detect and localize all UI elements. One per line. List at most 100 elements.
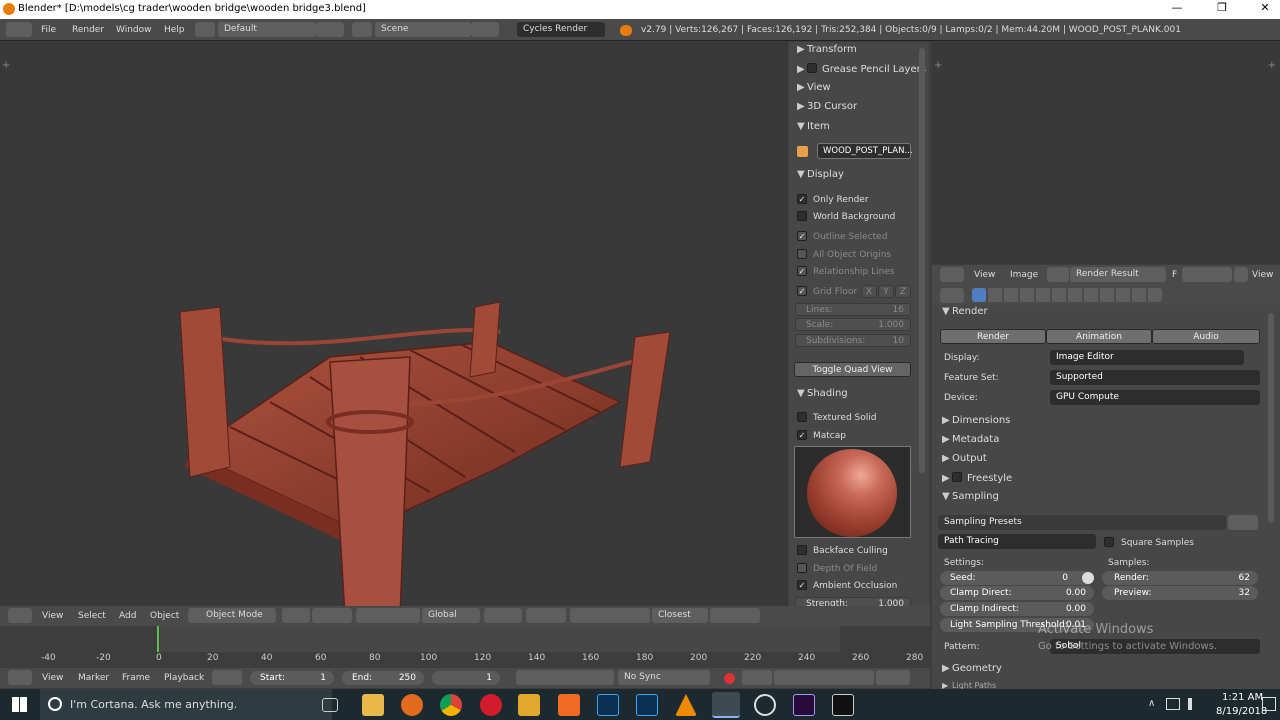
only-render-checkbox[interactable]: ✓ (797, 194, 807, 204)
photoshop-icon-2[interactable] (636, 694, 658, 716)
preset-add-remove-icon[interactable] (1228, 515, 1258, 530)
image-menu-view-2[interactable]: View (1252, 270, 1273, 280)
metadata-panel[interactable]: ▶ Metadata (942, 434, 999, 445)
playback-controls[interactable] (516, 670, 614, 685)
pivot-manipulator-icons[interactable] (312, 608, 352, 623)
app-icon-circle[interactable] (754, 694, 776, 716)
image-menu-view[interactable]: View (974, 270, 995, 280)
world-background-checkbox[interactable] (797, 211, 807, 221)
screen-layout-icon[interactable] (195, 22, 215, 37)
transform-orientation-select[interactable]: Global (422, 608, 480, 623)
image-menu-image[interactable]: Image (1010, 270, 1038, 280)
panel-transform[interactable]: ▶ Transform (797, 44, 857, 55)
auto-keying-icon[interactable] (724, 673, 735, 684)
grid-lines-field[interactable]: Lines: 16 (795, 303, 911, 316)
preview-samples-field[interactable]: Preview: 32 (1102, 586, 1258, 600)
output-panel[interactable]: ▶ Output (942, 453, 987, 464)
view-toggle-icon[interactable] (1234, 267, 1248, 282)
minimize-button[interactable]: — (1162, 1, 1192, 17)
layers-grid-b[interactable] (526, 608, 566, 623)
freestyle-checkbox[interactable] (952, 472, 962, 482)
render-panel[interactable]: ▼ Render (942, 306, 988, 317)
scene-field[interactable]: Scene (375, 22, 471, 37)
panel-view[interactable]: ▶ View (797, 82, 831, 93)
epic-games-icon[interactable] (832, 694, 854, 716)
keying-set-field[interactable] (774, 670, 874, 685)
fake-user-toggle[interactable]: F (1172, 270, 1177, 280)
editor-type-3d-icon[interactable] (8, 608, 32, 623)
task-view-icon[interactable] (322, 698, 338, 712)
depth-of-field-checkbox[interactable] (797, 563, 807, 573)
clamp-indirect-field[interactable]: Clamp Indirect: 0.00 (940, 602, 1094, 616)
menu-help[interactable]: Help (164, 25, 185, 35)
npanel-scrollbar[interactable] (919, 48, 925, 473)
panel-grease-pencil[interactable]: ▶ Grease Pencil Layers (797, 63, 926, 75)
panel-3d-cursor[interactable]: ▶ 3D Cursor (797, 101, 857, 112)
panel-shading[interactable]: ▼ Shading (797, 388, 848, 399)
grease-pencil-checkbox[interactable] (807, 63, 817, 73)
timeline-menu-frame[interactable]: Frame (122, 673, 150, 683)
sync-mode-select[interactable]: No Sync (618, 670, 710, 685)
seed-animate-icon[interactable] (1082, 572, 1094, 584)
end-frame-field[interactable]: End: 250 (342, 671, 424, 685)
feature-set-select[interactable]: Supported (1050, 370, 1260, 385)
menu-file[interactable]: File (41, 25, 56, 35)
add-remove-layout-icon[interactable] (316, 22, 344, 37)
viewport-menu-object[interactable]: Object (150, 611, 179, 621)
photoshop-icon-1[interactable] (597, 694, 619, 716)
clock-time[interactable]: 1:21 AM (1222, 692, 1263, 703)
notifications-icon[interactable] (1262, 697, 1276, 711)
render-result-field[interactable]: Render Result (1070, 267, 1166, 282)
axis-z-toggle[interactable]: Z (895, 285, 911, 298)
grid-subdivisions-field[interactable]: Subdivisions: 10 (795, 334, 911, 347)
editor-type-timeline-icon[interactable] (8, 670, 32, 685)
current-frame-indicator[interactable] (157, 626, 159, 652)
add-remove-scene-icon[interactable] (471, 22, 499, 37)
snap-proportional-icons[interactable] (570, 608, 650, 623)
seed-field[interactable]: Seed: 0 (940, 571, 1094, 585)
panel-item[interactable]: ▼ Item (797, 121, 830, 132)
maximize-button[interactable]: ❐ (1207, 1, 1237, 17)
blender-taskbar-icon[interactable] (712, 692, 740, 718)
insert-delete-keyframe-icons[interactable] (876, 670, 910, 685)
file-explorer-icon[interactable] (362, 694, 384, 716)
object-name-field[interactable]: WOOD_POST_PLAN... (817, 143, 913, 159)
sublime-icon[interactable] (518, 694, 540, 716)
close-button[interactable]: ✕ (1250, 1, 1280, 17)
grid-floor-checkbox[interactable]: ✓ (797, 286, 807, 296)
sampling-presets-select[interactable]: Sampling Presets (938, 515, 1226, 530)
all-object-origins-checkbox[interactable] (797, 249, 807, 259)
volume-icon[interactable] (1188, 698, 1200, 710)
matcap-preview[interactable] (794, 446, 911, 538)
backface-culling-checkbox[interactable] (797, 545, 807, 555)
toggle-quad-view-button[interactable]: Toggle Quad View (794, 362, 911, 377)
editor-type-properties-icon[interactable] (940, 288, 964, 303)
transform-manipulator-icons[interactable] (356, 608, 420, 623)
square-samples-checkbox[interactable] (1104, 537, 1114, 547)
preview-range-icons[interactable] (212, 670, 242, 685)
editor-type-info-icon[interactable] (6, 22, 32, 37)
image-browse-icon[interactable] (1047, 267, 1069, 282)
device-select[interactable]: GPU Compute (1050, 390, 1260, 405)
axis-y-toggle[interactable]: Y (878, 285, 894, 298)
render-opengl-icons[interactable] (710, 608, 760, 623)
firefox-icon[interactable] (401, 694, 423, 716)
scene-icon[interactable] (352, 22, 372, 37)
opera-icon[interactable] (480, 694, 502, 716)
display-select[interactable]: Image Editor (1050, 350, 1244, 365)
audio-button[interactable]: Audio (1152, 329, 1260, 344)
viewport-menu-add[interactable]: Add (119, 611, 136, 621)
timeline-menu-view[interactable]: View (42, 673, 63, 683)
animation-button[interactable]: Animation (1046, 329, 1152, 344)
clock-date[interactable]: 8/19/2018 (1216, 706, 1267, 717)
current-frame-field[interactable]: 1 (432, 671, 500, 685)
timeline-menu-marker[interactable]: Marker (78, 673, 109, 683)
area-corner-widget-left[interactable]: + (934, 60, 942, 71)
start-frame-field[interactable]: Start: 1 (250, 671, 334, 685)
vlc-icon[interactable] (675, 694, 697, 716)
chrome-icon[interactable] (440, 694, 462, 716)
properties-context-tabs[interactable] (972, 288, 1162, 302)
keying-set-icons[interactable] (742, 670, 772, 685)
relationship-lines-checkbox[interactable]: ✓ (797, 266, 807, 276)
axis-x-toggle[interactable]: X (861, 285, 877, 298)
